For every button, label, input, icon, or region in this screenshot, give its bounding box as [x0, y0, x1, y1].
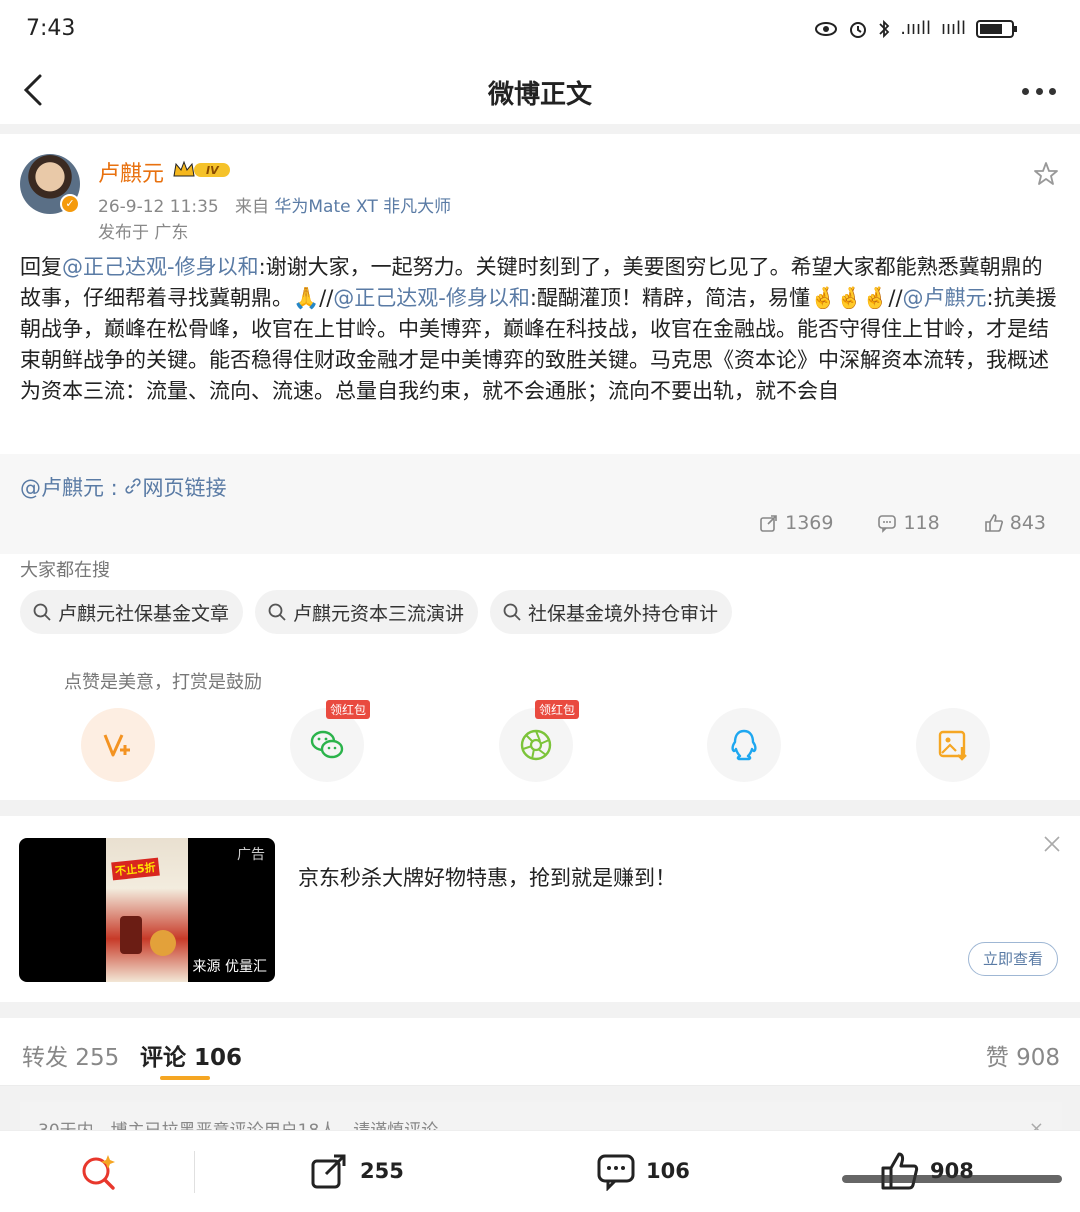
thumbs-up-icon [984, 514, 1003, 532]
hot-search-chip[interactable]: 卢麒元社保基金文章 [20, 590, 244, 634]
repost-count: 1369 [785, 512, 834, 534]
comment-count: 118 [903, 512, 940, 534]
top-navbar: 微博正文 [0, 60, 1080, 124]
ad-headline[interactable]: 京东秒杀大牌好物特惠，抢到就是赚到！ [298, 862, 676, 892]
reward-v-plus-icon [103, 734, 130, 757]
qq-penguin-icon [731, 729, 757, 761]
post-device[interactable]: 华为Mate XT 非凡大师 [274, 197, 451, 217]
status-icons: .ıııll ıııll [814, 18, 1017, 39]
reward-button[interactable] [81, 708, 155, 782]
ad-source: 来源 优量汇 [192, 959, 267, 975]
tab-repost[interactable]: 转发 255 [22, 1038, 119, 1072]
repost-at-user[interactable]: @卢麒元 [20, 476, 104, 500]
ad-poster-text: 不止5折 [111, 857, 160, 881]
ad-poster-image: 不止5折 [106, 838, 188, 982]
hot-search-chip[interactable]: 卢麒元资本三流演讲 [255, 590, 479, 634]
favorite-star-icon[interactable] [1032, 160, 1060, 188]
status-bar: 7:43 .ıııll ıııll [0, 0, 1080, 60]
post-meta: 26-9-12 11:35 来自 华为Mate XT 非凡大师 [98, 192, 451, 217]
share-row: 领红包 领红包 [0, 700, 1080, 788]
repost-separator: : [104, 476, 118, 500]
sparkle-search-icon [82, 1155, 115, 1190]
repost-stat[interactable]: 1369 [759, 512, 833, 534]
tab-like[interactable]: 赞 908 [986, 1038, 1060, 1072]
link-icon [125, 478, 142, 494]
repost-footer: @卢麒元 : 网页链接 1369 118 843 [0, 454, 1080, 554]
mention-link[interactable]: @卢麒元 [903, 286, 987, 310]
ad-cta-button[interactable]: 立即查看 [968, 942, 1058, 976]
search-icon [503, 603, 521, 621]
post-username[interactable]: 卢麒元 [98, 156, 164, 188]
comment-stat[interactable]: 118 [877, 512, 940, 534]
hot-search-chips: 卢麒元社保基金文章 卢麒元资本三流演讲 社保基金境外持仓审计 [20, 590, 733, 634]
share-wechat-button[interactable]: 领红包 [290, 700, 371, 782]
signal-icon: ıııll [940, 18, 966, 39]
ad-card[interactable]: 不止5折 广告 来源 优量汇 京东秒杀大牌好物特惠，抢到就是赚到！ 立即查看 [0, 816, 1080, 1002]
hot-search-chip-label: 卢麒元社保基金文章 [58, 602, 230, 625]
moments-aperture-icon [520, 729, 552, 761]
bottom-comment-count: 106 [646, 1159, 690, 1183]
level-badge-text: IV [206, 164, 220, 177]
like-action-button[interactable]: 908 [880, 1151, 974, 1191]
ad-thumbnail[interactable]: 不止5折 广告 来源 优量汇 [19, 838, 275, 982]
content-text: 回复 [20, 255, 62, 279]
close-icon[interactable] [1042, 834, 1062, 854]
verified-badge-icon: ✓ [60, 194, 80, 214]
repost-source-link[interactable]: @卢麒元 : 网页链接 [20, 472, 226, 502]
mention-link[interactable]: @正己达观-修身以和 [62, 255, 259, 279]
tab-comment[interactable]: 评论 106 [140, 1038, 242, 1072]
eye-icon [815, 21, 838, 36]
post-content: 回复@正己达观-修身以和:谢谢大家，一起努力。关键时刻到了，美要图穷匕见了。希望… [20, 252, 1060, 407]
web-link-label[interactable]: 网页链接 [142, 476, 226, 500]
hot-search-title: 大家都在搜 [20, 560, 110, 581]
like-stat[interactable]: 843 [984, 512, 1046, 534]
bottom-repost-count: 255 [360, 1159, 404, 1183]
search-icon [268, 603, 286, 621]
like-count: 843 [1009, 512, 1046, 534]
share-moments-button[interactable]: 领红包 [499, 700, 580, 782]
hot-search-chip-label: 社保基金境外持仓审计 [528, 602, 719, 625]
post-card: ✓ 卢麒元 IV 26-9-12 11:35 来自 华为Mate XT 非凡大师… [0, 134, 1080, 800]
share-qq-button[interactable] [707, 708, 781, 782]
wechat-icon [310, 730, 344, 759]
repost-action-button[interactable]: 255 [310, 1151, 404, 1191]
search-action-button[interactable] [78, 1151, 118, 1191]
active-tab-indicator [160, 1076, 210, 1080]
comment-icon [878, 515, 897, 533]
comment-action-button[interactable]: 106 [596, 1151, 690, 1191]
mention-link[interactable]: @正己达观-修身以和 [333, 286, 530, 310]
search-icon [33, 603, 51, 621]
post-stats: 1369 118 843 [759, 512, 1046, 534]
redbag-badge: 领红包 [326, 700, 371, 719]
save-image-button[interactable] [916, 708, 990, 782]
post-time: 26-9-12 11:35 [98, 197, 219, 217]
bluetooth-icon [879, 19, 890, 38]
vip-crown-icon: IV [173, 160, 230, 177]
bottom-action-bar: 255 106 908 [0, 1130, 1080, 1212]
post-source-prefix: 来自 [234, 197, 269, 217]
content-text: :醍醐灌顶！精辟，简洁，易懂🤞🤞🤞// [529, 286, 903, 310]
thumbs-up-icon [881, 1152, 919, 1190]
post-location: 发布于 广东 [98, 223, 189, 243]
hot-search-chip[interactable]: 社保基金境外持仓审计 [490, 590, 733, 634]
status-time: 7:43 [26, 16, 76, 41]
repost-icon [311, 1154, 346, 1189]
repost-icon [760, 515, 777, 532]
reward-tip: 点赞是美意，打赏是鼓励 [64, 672, 262, 693]
page-title: 微博正文 [487, 80, 592, 110]
more-options-icon[interactable] [1022, 88, 1056, 96]
interaction-tabs: 转发 255 评论 106 赞 908 [0, 1018, 1080, 1086]
redbag-badge: 领红包 [535, 700, 580, 719]
hot-search-chip-label: 卢麒元资本三流演讲 [293, 602, 465, 625]
alarm-icon [850, 21, 867, 38]
battery-icon [976, 19, 1017, 38]
divider [194, 1151, 195, 1193]
home-indicator [842, 1175, 1062, 1183]
comment-icon [597, 1154, 635, 1191]
ad-tag: 广告 [237, 847, 265, 863]
signal-icon: .ıııll [900, 18, 931, 39]
save-image-icon [938, 730, 967, 761]
